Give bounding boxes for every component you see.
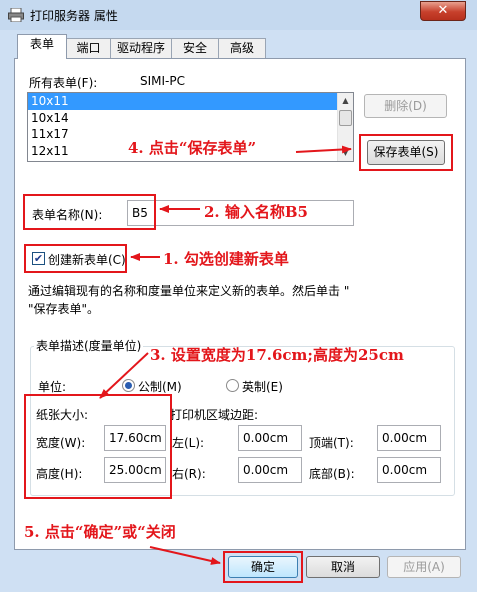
cancel-button[interactable]: 取消 bbox=[306, 556, 380, 578]
ok-highlight bbox=[223, 551, 303, 583]
tab-security[interactable]: 安全 bbox=[171, 38, 219, 58]
close-button[interactable]: ✕ bbox=[420, 1, 466, 21]
printer-margins-label: 打印机区域边距: bbox=[170, 408, 259, 422]
save-form-highlight bbox=[359, 134, 453, 171]
bottom-margin-input[interactable]: 0.00cm bbox=[377, 457, 441, 483]
tab-ports[interactable]: 端口 bbox=[66, 38, 111, 58]
english-radio[interactable] bbox=[226, 379, 239, 392]
top-margin-input[interactable]: 0.00cm bbox=[377, 425, 441, 451]
metric-radio[interactable] bbox=[122, 379, 135, 392]
right-margin-label: 右(R): bbox=[172, 467, 206, 481]
scrollbar-thumb[interactable] bbox=[339, 110, 352, 126]
scroll-up-icon[interactable]: ▲ bbox=[338, 93, 353, 109]
list-item[interactable]: 10x14 bbox=[28, 110, 353, 127]
tab-forms[interactable]: 表单 bbox=[17, 34, 67, 59]
delete-button[interactable]: 删除(D) bbox=[364, 94, 447, 118]
annotation-step2: 2. 输入名称B5 bbox=[204, 203, 308, 221]
left-margin-input[interactable]: 0.00cm bbox=[238, 425, 302, 451]
metric-label[interactable]: 公制(M) bbox=[138, 378, 182, 395]
tab-advanced[interactable]: 高级 bbox=[218, 38, 266, 58]
server-name: SIMI-PC bbox=[140, 74, 185, 88]
create-form-highlight bbox=[24, 244, 127, 273]
annotation-step4: 4. 点击“保存表单” bbox=[128, 139, 257, 157]
left-margin-label: 左(L): bbox=[172, 436, 205, 450]
group-caption: 表单描述(度量单位) bbox=[34, 337, 144, 354]
forms-on-label: 所有表单(F): bbox=[29, 76, 98, 90]
window-title: 打印服务器 属性 bbox=[30, 9, 118, 23]
unit-label: 单位: bbox=[38, 380, 67, 394]
english-label[interactable]: 英制(E) bbox=[242, 378, 283, 395]
annotation-step5: 5. 点击“确定”或“关闭 bbox=[24, 523, 176, 541]
tab-drivers[interactable]: 驱动程序 bbox=[110, 38, 172, 58]
apply-button[interactable]: 应用(A) bbox=[387, 556, 461, 578]
top-margin-label: 顶端(T): bbox=[309, 436, 354, 450]
scroll-down-icon[interactable]: ▼ bbox=[338, 145, 353, 161]
list-scrollbar[interactable]: ▲ ▼ bbox=[337, 93, 353, 161]
list-item[interactable]: 10x11 bbox=[28, 93, 353, 110]
right-margin-input[interactable]: 0.00cm bbox=[238, 457, 302, 483]
printer-icon bbox=[8, 8, 24, 22]
form-name-highlight bbox=[23, 194, 156, 230]
paper-size-highlight bbox=[24, 394, 172, 499]
annotation-step1: 1. 勾选创建新表单 bbox=[163, 250, 289, 268]
bottom-margin-label: 底部(B): bbox=[309, 467, 355, 481]
help-text: 通过编辑现有的名称和度量单位来定义新的表单。然后单击 " "保存表单"。 bbox=[28, 284, 350, 316]
annotation-step3: 3. 设置宽度为17.6cm;高度为25cm bbox=[150, 346, 404, 364]
